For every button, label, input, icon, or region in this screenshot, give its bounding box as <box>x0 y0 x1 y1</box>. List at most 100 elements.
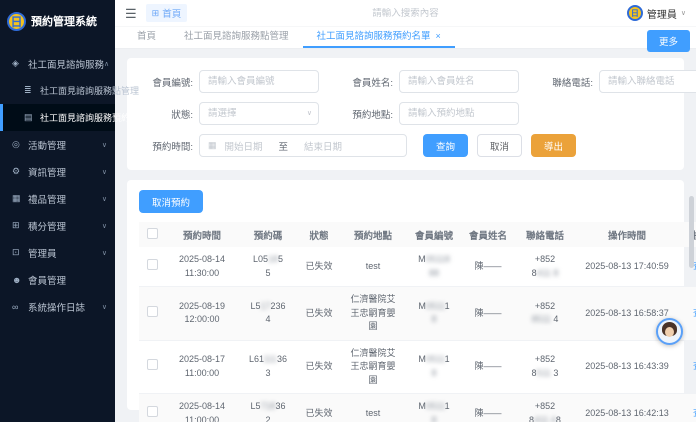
app-title: 預約管理系統 <box>31 16 97 28</box>
more-button[interactable]: 更多 <box>646 30 690 52</box>
table-row: 2025-08-19 12:00:00 L517236 4 已失效 仁濟醫院艾 王忠嗣育嬰園… <box>139 286 696 341</box>
cell-phone: +852 8411 48 <box>513 393 577 422</box>
search-button[interactable]: 查詢 <box>423 134 469 157</box>
search-input[interactable] <box>310 7 501 19</box>
cell-text: 陳—— <box>474 307 502 318</box>
cell-text: L61 <box>248 354 264 365</box>
redacted-text: 8511 <box>531 314 551 325</box>
column-header: 預約碼 <box>239 222 297 247</box>
cell-text: L5 <box>250 300 261 311</box>
cell-text: 2025-08-17 <box>178 354 226 365</box>
cell-text: 已失效 <box>305 361 333 371</box>
row-checkbox[interactable] <box>146 359 158 370</box>
sidebar-item-label: 管理員 <box>28 248 57 260</box>
cell-text: +852 <box>534 254 556 264</box>
cell-text: M <box>418 354 426 365</box>
cell-member-id: M05118 88 <box>405 247 463 287</box>
floating-assistant-avatar[interactable] <box>656 318 683 345</box>
cell-text: 4 <box>265 314 271 325</box>
sidebar-item[interactable]: ◈ 社工面見諮詢服務 ∧ <box>0 50 115 77</box>
caret-icon: ∨ <box>101 303 107 311</box>
cell-member-name: 陳—— <box>463 247 513 287</box>
date-range-picker[interactable]: ▦ 開始日期 至 結束日期 <box>199 134 407 157</box>
cell-operation-time: 2025-08-13 16:42:13 <box>577 393 677 422</box>
cell-text: 園 <box>368 374 378 385</box>
cell-text: 36 <box>275 401 286 411</box>
tab[interactable]: 社工面見諮詢服務點管理 <box>170 28 303 48</box>
cell-text: 5 <box>278 254 284 264</box>
caret-icon: ∨ <box>101 249 107 257</box>
member-name-input[interactable] <box>399 70 519 93</box>
phone-input[interactable] <box>599 70 696 93</box>
column-header: 操作時間 <box>577 222 677 247</box>
tab[interactable]: 首頁 <box>123 28 170 48</box>
sidebar-item[interactable]: ⚙ 資訊管理 ∨ <box>0 158 115 185</box>
results-panel: 取消預約 預約時間預約碼狀態預約地點會員編號會員姓名聯絡電話操作時間操作 202… <box>127 180 696 422</box>
place-label: 預約地點: <box>352 109 393 121</box>
start-date-placeholder: 開始日期 <box>224 141 263 153</box>
row-checkbox[interactable] <box>146 405 158 417</box>
time-label: 預約時間: <box>152 141 193 153</box>
row-checkbox[interactable] <box>146 305 158 317</box>
user-menu[interactable]: 日 管理員 ∨ <box>626 5 686 21</box>
cell-status: 已失效 <box>297 340 341 394</box>
cell-text: 36 <box>277 354 288 365</box>
sidebar-item[interactable]: ▦ 禮品管理 ∨ <box>0 185 115 212</box>
redacted-text: 511 <box>536 367 551 378</box>
cell-reservation-time: 2025-08-14 11:00:00 <box>165 393 239 422</box>
cell-operation-time: 2025-08-13 17:40:59 <box>577 247 677 287</box>
table-row: 2025-08-14 11:00:00 L571836 2 已失效 test M05111 8… <box>139 393 696 422</box>
row-checkbox[interactable] <box>146 258 158 270</box>
sidebar-item[interactable]: ⊞ 積分管理 ∨ <box>0 212 115 239</box>
sidebar-item[interactable]: ▤ 社工面見諮詢服務預約名單 <box>0 104 148 131</box>
cancel-reservation-button[interactable]: 取消預約 <box>139 190 204 213</box>
sidebar-item[interactable]: ◎ 活動管理 ∨ <box>0 131 115 158</box>
breadcrumb-label: 首頁 <box>162 9 182 20</box>
cell-text: 2025-08-13 16:42:13 <box>585 407 669 418</box>
caret-icon: ∨ <box>101 195 107 203</box>
phone-label: 聯絡電話: <box>552 77 593 89</box>
sidebar-item[interactable]: ≣ 社工面見諮詢服務點管理 <box>0 77 139 104</box>
topbar: ☰ ⊞ 首頁 日 管理員 ∨ <box>115 0 696 27</box>
cell-text: 陳—— <box>474 407 502 418</box>
member-id-input[interactable] <box>199 70 319 93</box>
reset-button[interactable]: 取消 <box>477 134 523 157</box>
breadcrumb[interactable]: ⊞ 首頁 <box>145 4 188 22</box>
sidebar-item-label: 系統操作日誌 <box>28 302 86 314</box>
cell-text: 5 <box>265 267 271 278</box>
column-header: 會員姓名 <box>463 222 513 247</box>
status-select[interactable] <box>199 102 319 125</box>
cell-text: 已失效 <box>305 407 333 418</box>
hamburger-menu-icon[interactable]: ☰ <box>125 7 137 20</box>
chevron-down-icon: ∨ <box>680 10 686 17</box>
export-button[interactable]: 導出 <box>531 134 577 157</box>
calendar-icon: ▦ <box>208 140 217 150</box>
cell-member-id: M05111 8 <box>405 340 463 394</box>
sidebar-item-label: 資訊管理 <box>28 167 67 179</box>
sidebar-item[interactable]: ⊡ 管理員 ∨ <box>0 239 115 266</box>
cell-text: 3 <box>550 367 559 378</box>
caret-icon: ∨ <box>101 222 107 230</box>
gift-icon: ▦ <box>12 193 21 203</box>
cell-place: 仁濟醫院艾 王忠嗣育嬰園 <box>341 340 405 394</box>
tab-close-icon[interactable]: × <box>436 31 441 41</box>
column-header: 聯絡電話 <box>513 222 577 247</box>
reservations-table: 預約時間預約碼狀態預約地點會員編號會員姓名聯絡電話操作時間操作 2025-08-… <box>139 222 696 422</box>
cell-text: 1 <box>444 401 450 411</box>
main-content: 會員編號: 會員姓名: 聯絡電話: 狀態: ∨ 預約地點: <box>115 49 696 422</box>
tab[interactable]: 社工面見諮詢服務預約名單 × <box>302 28 455 48</box>
sidebar-item[interactable]: ∞ 系統操作日誌 ∨ <box>0 293 115 320</box>
column-header: 預約地點 <box>341 222 405 247</box>
caret-icon: ∨ <box>101 168 107 176</box>
cell-text: 仁濟醫院艾 <box>350 347 396 358</box>
select-all-checkbox[interactable] <box>146 227 158 239</box>
cell-text: 8 <box>531 267 537 278</box>
redacted-text: 411 8 <box>536 267 559 278</box>
scrollbar-thumb[interactable] <box>689 196 694 268</box>
log-glasses-icon: ∞ <box>12 301 19 312</box>
place-input[interactable] <box>399 102 519 125</box>
cell-text: 3 <box>265 367 271 378</box>
filter-panel: 會員編號: 會員姓名: 聯絡電話: 狀態: ∨ 預約地點: <box>127 58 696 170</box>
cell-member-name: 陳—— <box>463 286 513 341</box>
sidebar-item[interactable]: ☻ 會員管理 <box>0 266 115 293</box>
